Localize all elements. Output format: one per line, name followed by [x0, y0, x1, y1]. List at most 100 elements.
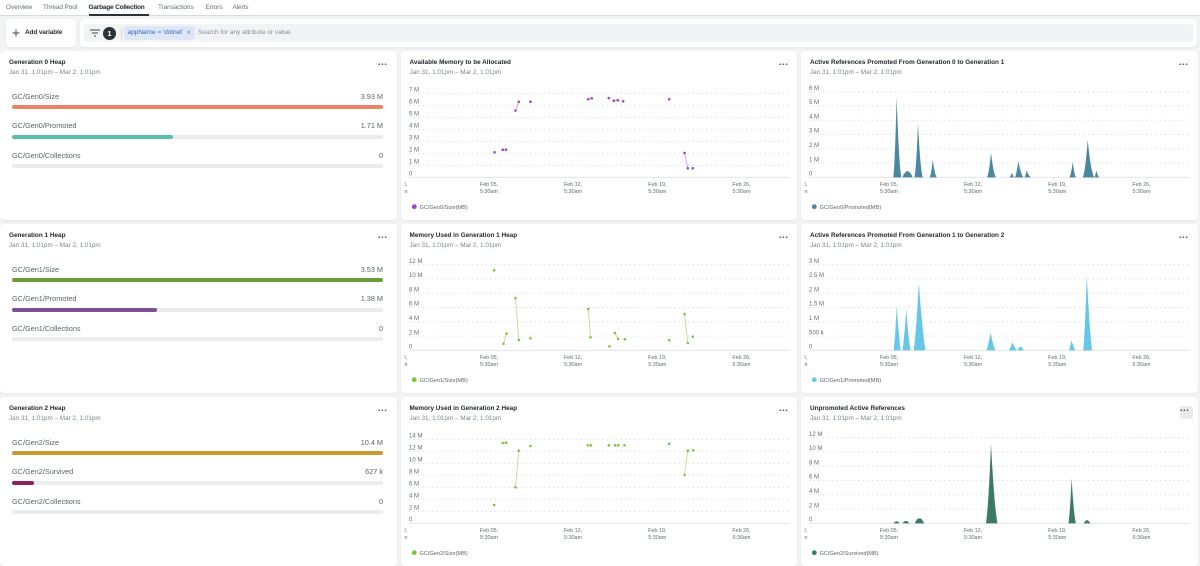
svg-text:Feb 19,: Feb 19,: [648, 528, 667, 534]
svg-text:Feb 05,: Feb 05,: [880, 528, 899, 534]
svg-text:3 M: 3 M: [409, 136, 419, 142]
svg-text:10 M: 10 M: [809, 446, 822, 452]
svg-text:GC/Gen1/Size(MB): GC/Gen1/Size(MB): [419, 378, 467, 384]
svg-text:Feb 05,: Feb 05,: [479, 182, 498, 188]
svg-text:12 M: 12 M: [409, 446, 422, 452]
svg-text:5:30am: 5:30am: [880, 362, 898, 368]
svg-text:l,: l,: [404, 528, 407, 534]
svg-text:Feb 26,: Feb 26,: [732, 355, 751, 361]
svg-text:GC/Gen1/Promoted(MB): GC/Gen1/Promoted(MB): [820, 378, 882, 384]
svg-text:5 M: 5 M: [409, 112, 419, 118]
svg-text:Feb 19,: Feb 19,: [648, 355, 667, 361]
svg-text:6 M: 6 M: [409, 100, 419, 106]
svg-text:6 M: 6 M: [809, 475, 819, 481]
svg-text:5:30am: 5:30am: [964, 189, 982, 195]
svg-text:5:30am: 5:30am: [880, 189, 898, 195]
svg-text:n: n: [404, 189, 407, 195]
svg-text:2 M: 2 M: [809, 143, 819, 149]
svg-text:6 M: 6 M: [409, 482, 419, 488]
svg-text:1 M: 1 M: [809, 316, 819, 322]
svg-text:5:30am: 5:30am: [1133, 362, 1151, 368]
svg-text:2.5 M: 2.5 M: [809, 273, 824, 279]
svg-text:Feb 12,: Feb 12,: [964, 182, 983, 188]
svg-text:5:30am: 5:30am: [480, 535, 498, 541]
svg-text:n: n: [404, 362, 407, 368]
svg-text:12 M: 12 M: [809, 432, 822, 438]
svg-text:Feb 12,: Feb 12,: [964, 355, 983, 361]
svg-text:0: 0: [409, 518, 413, 524]
svg-text:Feb 26,: Feb 26,: [1132, 355, 1151, 361]
svg-text:5:30am: 5:30am: [564, 362, 582, 368]
svg-text:6 M: 6 M: [809, 86, 819, 92]
svg-text:n: n: [404, 535, 407, 541]
svg-text:5:30am: 5:30am: [1133, 535, 1151, 541]
svg-text:4 M: 4 M: [809, 114, 819, 120]
svg-text:GC/Gen2/Survived(MB): GC/Gen2/Survived(MB): [820, 551, 879, 557]
svg-text:8 M: 8 M: [809, 460, 819, 466]
svg-text:5:30am: 5:30am: [1048, 362, 1066, 368]
svg-text:10 M: 10 M: [409, 273, 422, 279]
svg-text:Feb 19,: Feb 19,: [1048, 182, 1067, 188]
svg-text:1 M: 1 M: [409, 160, 419, 166]
svg-text:Feb 05,: Feb 05,: [479, 355, 498, 361]
svg-text:2 M: 2 M: [409, 506, 419, 512]
svg-text:14 M: 14 M: [409, 434, 422, 440]
svg-text:0: 0: [809, 345, 813, 351]
svg-text:Feb 19,: Feb 19,: [648, 182, 667, 188]
svg-text:4 M: 4 M: [809, 489, 819, 495]
svg-text:l,: l,: [805, 528, 808, 534]
svg-text:7 M: 7 M: [409, 88, 419, 94]
svg-text:Feb 05,: Feb 05,: [880, 182, 899, 188]
svg-text:5:30am: 5:30am: [480, 189, 498, 195]
svg-text:5 M: 5 M: [809, 100, 819, 106]
svg-text:5:30am: 5:30am: [648, 535, 666, 541]
svg-text:4 M: 4 M: [409, 316, 419, 322]
svg-text:5:30am: 5:30am: [880, 535, 898, 541]
svg-text:10 M: 10 M: [409, 458, 422, 464]
svg-text:5:30am: 5:30am: [480, 362, 498, 368]
svg-text:n: n: [805, 362, 808, 368]
svg-text:0: 0: [409, 172, 413, 178]
svg-text:Feb 12,: Feb 12,: [563, 528, 582, 534]
svg-text:Feb 26,: Feb 26,: [1132, 182, 1151, 188]
svg-text:4 M: 4 M: [409, 124, 419, 130]
svg-text:5:30am: 5:30am: [1048, 535, 1066, 541]
svg-text:Feb 05,: Feb 05,: [880, 355, 899, 361]
svg-text:1.5 M: 1.5 M: [809, 302, 824, 308]
svg-text:Feb 12,: Feb 12,: [563, 182, 582, 188]
svg-text:2 M: 2 M: [809, 503, 819, 509]
svg-text:5:30am: 5:30am: [1133, 189, 1151, 195]
svg-text:1 M: 1 M: [809, 157, 819, 163]
svg-text:2 M: 2 M: [409, 330, 419, 336]
svg-text:5:30am: 5:30am: [732, 535, 750, 541]
svg-text:5:30am: 5:30am: [648, 362, 666, 368]
svg-text:Feb 19,: Feb 19,: [1048, 355, 1067, 361]
svg-text:5:30am: 5:30am: [732, 189, 750, 195]
svg-text:n: n: [805, 189, 808, 195]
svg-text:3 M: 3 M: [809, 259, 819, 265]
svg-text:4 M: 4 M: [409, 494, 419, 500]
svg-text:5:30am: 5:30am: [564, 189, 582, 195]
svg-text:3 M: 3 M: [809, 129, 819, 135]
svg-text:n: n: [805, 535, 808, 541]
svg-text:8 M: 8 M: [409, 287, 419, 293]
svg-text:Feb 26,: Feb 26,: [732, 528, 751, 534]
svg-text:Feb 26,: Feb 26,: [1132, 528, 1151, 534]
svg-text:6 M: 6 M: [409, 302, 419, 308]
svg-text:Feb 19,: Feb 19,: [1048, 528, 1067, 534]
svg-text:0: 0: [809, 172, 813, 178]
svg-text:500 k: 500 k: [809, 330, 825, 336]
svg-text:Feb 26,: Feb 26,: [732, 182, 751, 188]
svg-text:5:30am: 5:30am: [1048, 189, 1066, 195]
svg-text:5:30am: 5:30am: [964, 362, 982, 368]
svg-text:Feb 12,: Feb 12,: [563, 355, 582, 361]
svg-text:5:30am: 5:30am: [564, 535, 582, 541]
svg-text:l,: l,: [404, 182, 407, 188]
svg-text:5:30am: 5:30am: [732, 362, 750, 368]
svg-text:5:30am: 5:30am: [964, 535, 982, 541]
svg-text:2 M: 2 M: [409, 148, 419, 154]
svg-text:2 M: 2 M: [809, 287, 819, 293]
svg-text:GC/Gen0/Size(MB): GC/Gen0/Size(MB): [419, 205, 467, 211]
svg-text:12 M: 12 M: [409, 259, 422, 265]
svg-text:l,: l,: [404, 355, 407, 361]
